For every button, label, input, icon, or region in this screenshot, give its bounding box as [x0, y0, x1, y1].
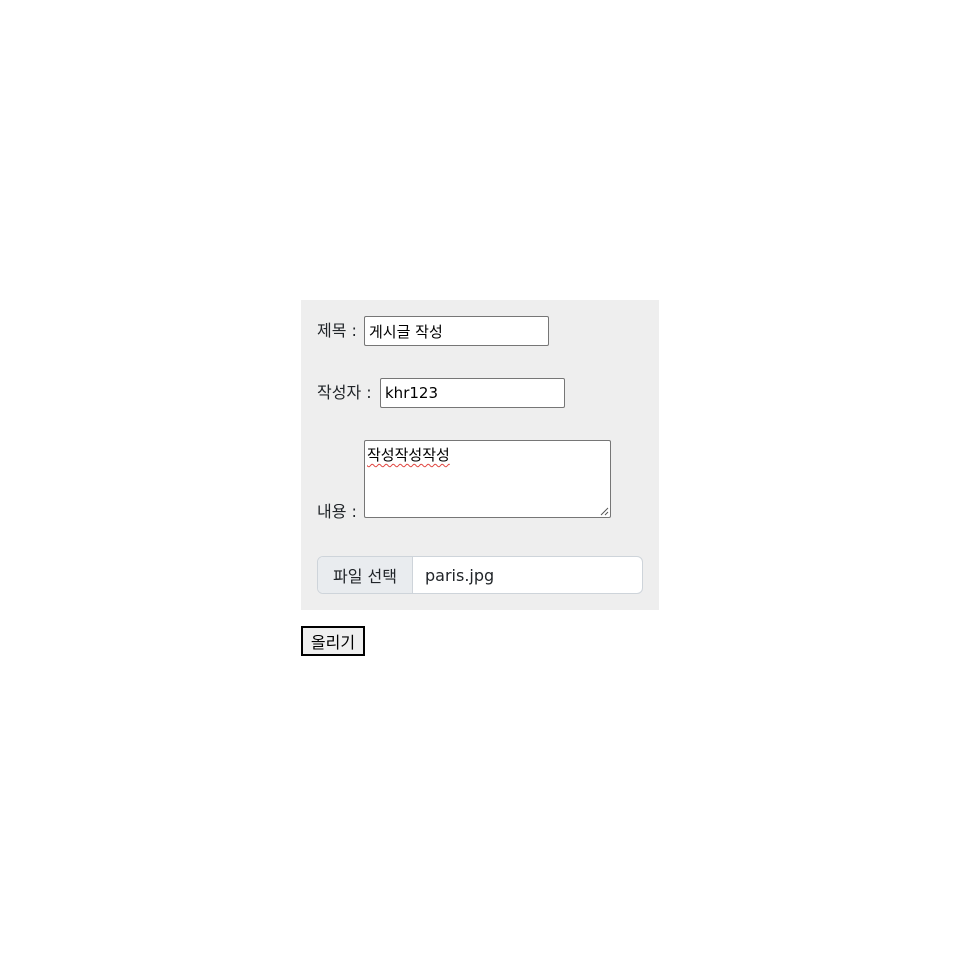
writer-label: 작성자 :	[317, 383, 372, 402]
choose-file-button[interactable]: 파일 선택	[318, 557, 413, 593]
content-label: 내용 :	[317, 502, 357, 521]
title-label: 제목 :	[317, 321, 357, 340]
page: 제목 : 작성자 : 내용 : 작성작성작성 파일 선택 paris.jpg 올…	[0, 0, 955, 959]
submit-button[interactable]: 올리기	[301, 626, 365, 656]
file-input[interactable]: 파일 선택 paris.jpg	[317, 556, 643, 594]
selected-file-name: paris.jpg	[425, 565, 495, 585]
content-textarea[interactable]	[364, 440, 611, 518]
writer-input[interactable]	[380, 378, 565, 408]
resize-grip-icon[interactable]	[599, 506, 609, 516]
title-input[interactable]	[364, 316, 549, 346]
